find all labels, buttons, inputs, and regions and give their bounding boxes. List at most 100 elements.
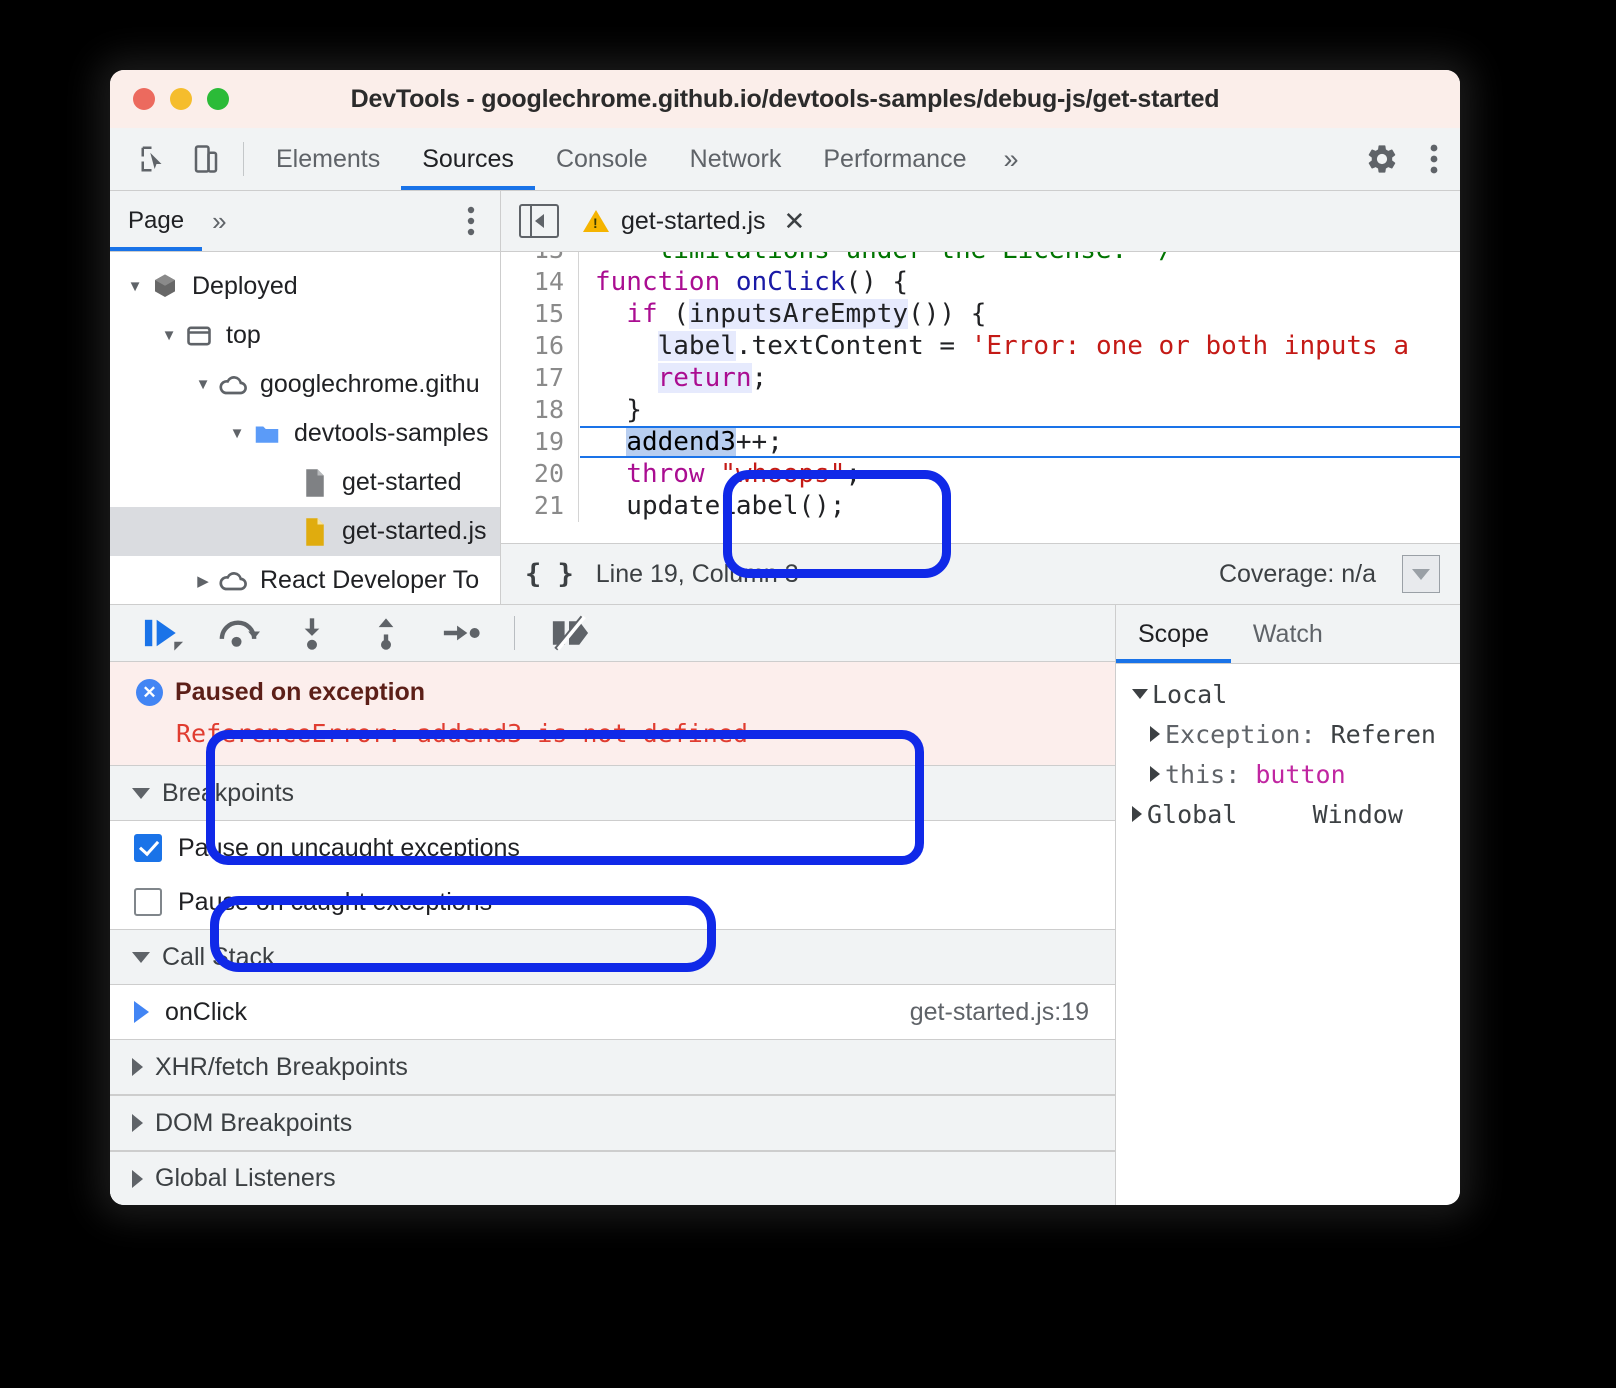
- line-content: * limitations under the License. */: [579, 252, 1174, 266]
- tree-item-get-started[interactable]: get-started: [110, 458, 500, 507]
- tab-watch[interactable]: Watch: [1231, 605, 1345, 663]
- pause-on-caught-exceptions-row[interactable]: Pause on caught exceptions: [110, 875, 1115, 929]
- code-line: 21 updateLabel();: [501, 490, 1460, 522]
- twisty-right-icon[interactable]: [1150, 726, 1160, 742]
- close-icon[interactable]: ✕: [784, 206, 806, 237]
- scope-row-this[interactable]: this: button: [1116, 754, 1460, 794]
- twisty-down-icon[interactable]: ▼: [122, 278, 148, 295]
- window-titlebar: DevTools - googlechrome.github.io/devtoo…: [110, 70, 1460, 128]
- line-content: throw "whoops";: [579, 458, 861, 490]
- window-title: DevTools - googlechrome.github.io/devtoo…: [110, 85, 1460, 114]
- devtools-window: DevTools - googlechrome.github.io/devtoo…: [110, 70, 1460, 1205]
- line-content: addend3++;: [579, 426, 783, 458]
- scope-tabbar: Scope Watch: [1116, 605, 1460, 664]
- code-token: ;: [845, 459, 861, 489]
- tree-item-react-developer-tools[interactable]: ▶ React Developer To: [110, 556, 500, 604]
- toolbar-divider: [514, 616, 515, 650]
- line-number: 16: [501, 330, 579, 362]
- navigator-menu-kebab-icon[interactable]: [442, 191, 500, 251]
- checkbox-unchecked-icon[interactable]: [134, 888, 162, 916]
- line-content: }: [579, 394, 642, 426]
- cloud-icon: [216, 565, 250, 597]
- paused-on-exception-banner: ✕ Paused on exception ReferenceError: ad…: [110, 662, 1115, 765]
- tree-item-googlechrome-github-io[interactable]: ▼ googlechrome.githu: [110, 360, 500, 409]
- scope-value: button: [1240, 760, 1345, 789]
- twisty-right-icon[interactable]: ▶: [190, 572, 216, 590]
- maximize-window-button[interactable]: [207, 88, 229, 110]
- frame-icon: [182, 322, 216, 350]
- tab-network[interactable]: Network: [669, 128, 803, 190]
- line-number: 17: [501, 362, 579, 394]
- section-header-call-stack[interactable]: Call Stack: [110, 929, 1115, 985]
- kebab-menu-icon[interactable]: [1408, 143, 1460, 175]
- sources-upper-split: Page » ▼: [110, 191, 1460, 604]
- minimize-window-button[interactable]: [170, 88, 192, 110]
- step-into-icon[interactable]: [280, 610, 344, 656]
- code-lines: 13 * limitations under the License. */ 1…: [501, 252, 1460, 522]
- checkbox-label: Pause on caught exceptions: [178, 888, 492, 917]
- code-token: ++;: [736, 427, 783, 457]
- code-line: 20 throw "whoops";: [501, 458, 1460, 490]
- tab-console[interactable]: Console: [535, 128, 669, 190]
- twisty-right-icon[interactable]: [1150, 766, 1160, 782]
- code-token: onClick: [736, 267, 846, 297]
- code-token: throw: [626, 459, 720, 489]
- line-number: 19: [501, 426, 579, 458]
- inspect-element-icon[interactable]: [128, 128, 180, 190]
- code-editor[interactable]: 13 * limitations under the License. */ 1…: [501, 252, 1460, 543]
- section-header-dom-breakpoints[interactable]: DOM Breakpoints: [110, 1095, 1115, 1151]
- section-header-xhr-fetch-breakpoints[interactable]: XHR/fetch Breakpoints: [110, 1039, 1115, 1095]
- section-header-breakpoints[interactable]: Breakpoints: [110, 765, 1115, 821]
- scope-row-local[interactable]: Local: [1116, 674, 1460, 714]
- scope-row-exception[interactable]: Exception: Referen: [1116, 714, 1460, 754]
- call-stack-function-name: onClick: [165, 998, 247, 1027]
- tree-item-deployed[interactable]: ▼ Deployed: [110, 262, 500, 311]
- toolbar-right-group: [1333, 128, 1460, 190]
- pause-on-uncaught-exceptions-row[interactable]: Pause on uncaught exceptions: [110, 821, 1115, 875]
- toolbar-divider: [243, 142, 244, 176]
- twisty-down-icon[interactable]: ▼: [224, 425, 250, 442]
- code-line: 14 function onClick() {: [501, 266, 1460, 298]
- twisty-right-icon[interactable]: [1132, 806, 1142, 822]
- code-token: 'Error: one or both inputs a: [971, 331, 1409, 361]
- tab-sources[interactable]: Sources: [401, 128, 535, 190]
- twisty-right-icon: [132, 1170, 143, 1188]
- navigator-tab-page[interactable]: Page: [110, 191, 202, 251]
- call-stack-frame[interactable]: onClick get-started.js:19: [110, 985, 1115, 1039]
- twisty-down-icon[interactable]: ▼: [156, 327, 182, 344]
- deactivate-breakpoints-icon[interactable]: [537, 610, 601, 656]
- editor-file-tab[interactable]: get-started.js ✕: [583, 206, 805, 237]
- cloud-icon: [216, 369, 250, 401]
- step-over-icon[interactable]: [206, 610, 270, 656]
- device-toolbar-icon[interactable]: [180, 128, 232, 190]
- gear-icon[interactable]: [1356, 142, 1408, 176]
- tab-scope[interactable]: Scope: [1116, 605, 1231, 663]
- checkbox-checked-icon[interactable]: [134, 834, 162, 862]
- line-number: 18: [501, 394, 579, 426]
- coverage-label: Coverage: n/a: [1219, 560, 1376, 589]
- twisty-down-icon[interactable]: ▼: [190, 376, 216, 393]
- tree-item-label: React Developer To: [260, 566, 479, 595]
- tab-elements[interactable]: Elements: [255, 128, 401, 190]
- code-token: [595, 331, 658, 361]
- scope-pane: Scope Watch Local Exception: Referen thi…: [1116, 605, 1460, 1205]
- step-icon[interactable]: [428, 610, 492, 656]
- step-out-icon[interactable]: [354, 610, 418, 656]
- scope-name: Local: [1152, 680, 1227, 709]
- resume-icon[interactable]: [132, 610, 196, 656]
- tree-item-top[interactable]: ▼ top: [110, 311, 500, 360]
- cursor-position-label: Line 19, Column 3: [596, 560, 799, 589]
- more-tabs-chevron-icon[interactable]: »: [987, 128, 1034, 190]
- show-navigator-icon[interactable]: [519, 204, 559, 238]
- tree-item-get-started-js[interactable]: get-started.js: [110, 507, 500, 556]
- close-window-button[interactable]: [133, 88, 155, 110]
- chevron-down-icon[interactable]: [1402, 555, 1440, 593]
- scope-row-global[interactable]: Global Window: [1116, 794, 1460, 834]
- tab-performance[interactable]: Performance: [802, 128, 987, 190]
- section-header-global-listeners[interactable]: Global Listeners: [110, 1151, 1115, 1205]
- twisty-down-icon[interactable]: [1132, 689, 1148, 699]
- pretty-print-braces-icon[interactable]: { }: [525, 559, 574, 590]
- code-token: inputsAreEmpty: [689, 299, 908, 329]
- tree-item-devtools-samples[interactable]: ▼ devtools-samples: [110, 409, 500, 458]
- navigator-more-tabs-chevron-icon[interactable]: »: [202, 191, 236, 251]
